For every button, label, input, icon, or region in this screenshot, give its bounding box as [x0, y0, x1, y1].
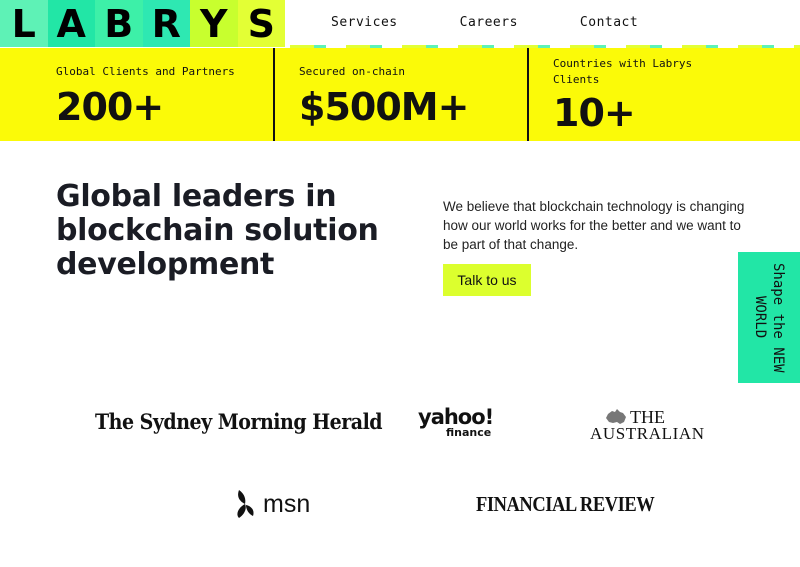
- labrys-logo[interactable]: L A B R Y S: [0, 0, 285, 47]
- msn-wordmark: msn: [263, 489, 311, 518]
- logo-letter-r: R: [142, 0, 190, 47]
- hero-description: We believe that blockchain technology is…: [443, 199, 745, 252]
- stats-band: Global Clients and Partners 200+ Secured…: [0, 48, 800, 141]
- logo-letter-b: B: [95, 0, 143, 47]
- side-tab-label: Shape the NEW WORLD: [752, 262, 786, 373]
- nav-services-link[interactable]: Services: [331, 15, 398, 30]
- australia-map-icon: [606, 409, 626, 424]
- butterfly-icon: [237, 490, 254, 518]
- stat-label: Global Clients and Partners: [56, 65, 235, 78]
- stat-value: 10+: [553, 91, 636, 135]
- smh-logo: The Sydney Morning Herald: [95, 409, 383, 435]
- logo-letter-s: S: [237, 0, 285, 47]
- nav-contact-link[interactable]: Contact: [580, 15, 638, 30]
- hero-title: Global leaders in blockchain solution de…: [56, 179, 379, 282]
- stat-label: Countries with Labrys Clients: [553, 57, 693, 86]
- stat-countries: Countries with Labrys Clients 10+: [527, 48, 800, 141]
- stat-value: 200+: [56, 85, 164, 129]
- nav-careers-link[interactable]: Careers: [460, 15, 518, 30]
- the-australian-logo: THE AUSTRALIAN: [590, 408, 705, 442]
- stat-value: $500M+: [299, 85, 469, 129]
- logo-letter-l: L: [0, 0, 48, 47]
- stat-label: Secured on-chain: [299, 65, 405, 78]
- logo-letter-a: A: [47, 0, 95, 47]
- talk-to-us-button[interactable]: Talk to us: [443, 264, 531, 296]
- yahoo-finance-logo: yahoo! finance: [418, 405, 494, 439]
- financial-review-wordmark: FINANCIAL REVIEW: [476, 492, 655, 516]
- shape-the-new-world-tab[interactable]: Shape the NEW WORLD: [738, 252, 800, 383]
- smh-wordmark: The Sydney Morning Herald: [95, 409, 383, 435]
- stat-clients: Global Clients and Partners 200+: [0, 48, 273, 141]
- msn-logo: msn: [233, 488, 310, 520]
- the-australian-line2: AUSTRALIAN: [590, 424, 705, 443]
- top-navigation: L A B R Y S Services Careers Contact: [0, 0, 800, 48]
- yahoo-wordmark: yahoo!: [418, 405, 494, 429]
- financial-review-logo: FINANCIAL REVIEW: [476, 492, 655, 517]
- main-nav: Services Careers Contact: [331, 15, 638, 30]
- stat-secured: Secured on-chain $500M+: [273, 48, 527, 141]
- logo-letter-y: Y: [190, 0, 238, 47]
